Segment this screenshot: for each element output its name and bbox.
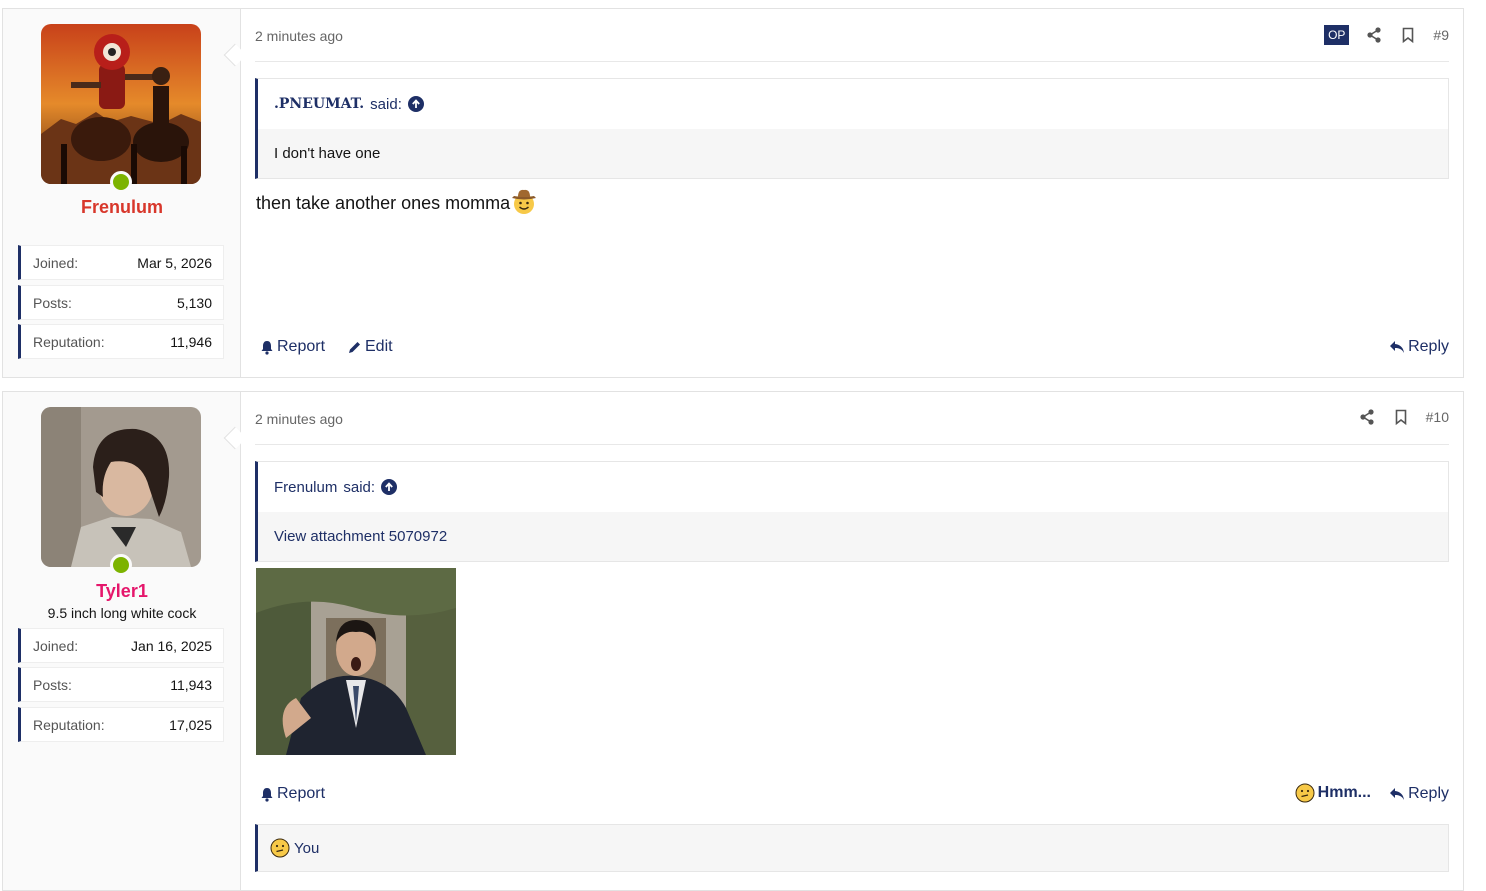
attachment-image[interactable] [256,568,456,755]
bell-icon [261,340,273,355]
post-tools: #10 [1358,408,1449,426]
online-indicator [110,171,132,193]
username[interactable]: Tyler1 [3,581,241,602]
post-meta: 2 minutes ago OP #9 [255,9,1449,62]
avatar[interactable] [41,24,201,184]
post-tools: OP #9 [1324,25,1449,45]
thinking-face-icon [1295,783,1315,803]
reply-icon [1390,788,1405,800]
quote-text: I don't have one [258,129,1448,178]
reply-button[interactable]: Reply [1389,785,1449,803]
post-number[interactable]: #10 [1426,409,1449,425]
post-message: then take another ones momma [256,187,538,220]
stat-value: 11,946 [170,333,212,350]
post-meta: 2 minutes ago #10 [255,392,1449,445]
bell-icon [261,787,273,802]
cowboy-emoji-icon [510,187,538,220]
post-time[interactable]: 2 minutes ago [255,28,343,44]
edit-label: Edit [365,338,393,355]
reply-label: Reply [1408,338,1449,355]
reply-icon [1390,341,1405,353]
post-main: 2 minutes ago #10 Frenulum said: View at… [241,392,1463,890]
dark-haired-man-avatar-icon [41,407,201,567]
pencil-icon [349,341,360,353]
arrow-up-circle-icon[interactable] [381,479,398,495]
post-number[interactable]: #9 [1433,27,1449,43]
share-icon[interactable] [1365,26,1383,44]
report-label: Report [277,785,326,802]
user-title: 9.5 inch long white cock [47,605,197,621]
report-button[interactable]: Report [260,785,325,803]
stat-reputation: Reputation: 11,946 [18,324,224,359]
edit-button[interactable]: Edit [347,338,393,356]
stat-label: Posts: [33,676,72,693]
stat-joined: Joined: Mar 5, 2026 [18,245,224,280]
arrow-up-circle-icon[interactable] [407,96,424,112]
avatar[interactable] [41,407,201,567]
reactions-text: You [294,839,320,857]
bookmark-icon[interactable] [1392,408,1410,426]
stat-posts: Posts: 11,943 [18,667,224,702]
post-9: Frenulum Joined: Mar 5, 2026 Posts: 5,13… [2,8,1464,378]
report-button[interactable]: Report [260,338,325,356]
bookmark-icon[interactable] [1399,26,1417,44]
quote-said-label: said: [343,478,376,496]
stat-label: Joined: [33,637,79,654]
reactions-bar[interactable]: You [255,824,1449,872]
quote-block: Frenulum said: View attachment 5070972 [255,461,1449,562]
attachment-link[interactable]: View attachment 5070972 [258,512,1448,561]
user-cell: Frenulum Joined: Mar 5, 2026 Posts: 5,13… [3,9,241,377]
stat-label: Reputation: [33,333,105,350]
stat-value: Jan 16, 2025 [131,637,212,654]
message-text: then take another ones momma [256,193,511,213]
reaction-label: Hmm... [1317,784,1371,801]
stat-label: Posts: [33,294,72,311]
shocked-man-gif-icon [256,568,456,755]
stat-label: Joined: [33,254,79,271]
stat-value: Mar 5, 2026 [137,254,212,271]
stat-value: 5,130 [176,294,212,311]
post-main: 2 minutes ago OP #9 .PNEUMAT. said: I do… [241,9,1463,377]
online-indicator [110,554,132,576]
stat-label: Reputation: [33,716,105,733]
quote-author[interactable]: .PNEUMAT. [274,96,364,112]
stat-reputation: Reputation: 17,025 [18,707,224,742]
stat-value: 11,943 [170,676,212,693]
quote-author[interactable]: Frenulum [274,479,337,496]
share-icon[interactable] [1358,408,1376,426]
reply-label: Reply [1408,785,1449,802]
username[interactable]: Frenulum [3,197,241,218]
post-10: Tyler1 9.5 inch long white cock Joined: … [2,391,1464,891]
stat-joined: Joined: Jan 16, 2025 [18,628,224,663]
quote-header: Frenulum said: [258,462,1448,512]
stat-value: 17,025 [169,716,212,733]
cowboy-rider-avatar-icon [41,24,201,184]
report-label: Report [277,338,326,355]
thinking-face-icon [270,838,290,858]
stat-posts: Posts: 5,130 [18,285,224,320]
quote-said-label: said: [370,95,402,113]
reaction-button[interactable]: Hmm... [1295,783,1371,803]
quote-header: .PNEUMAT. said: [258,79,1448,129]
op-badge: OP [1324,25,1350,45]
user-cell: Tyler1 9.5 inch long white cock Joined: … [3,392,241,890]
quote-block: .PNEUMAT. said: I don't have one [255,78,1449,179]
post-time[interactable]: 2 minutes ago [255,411,343,427]
reply-button[interactable]: Reply [1389,338,1449,356]
